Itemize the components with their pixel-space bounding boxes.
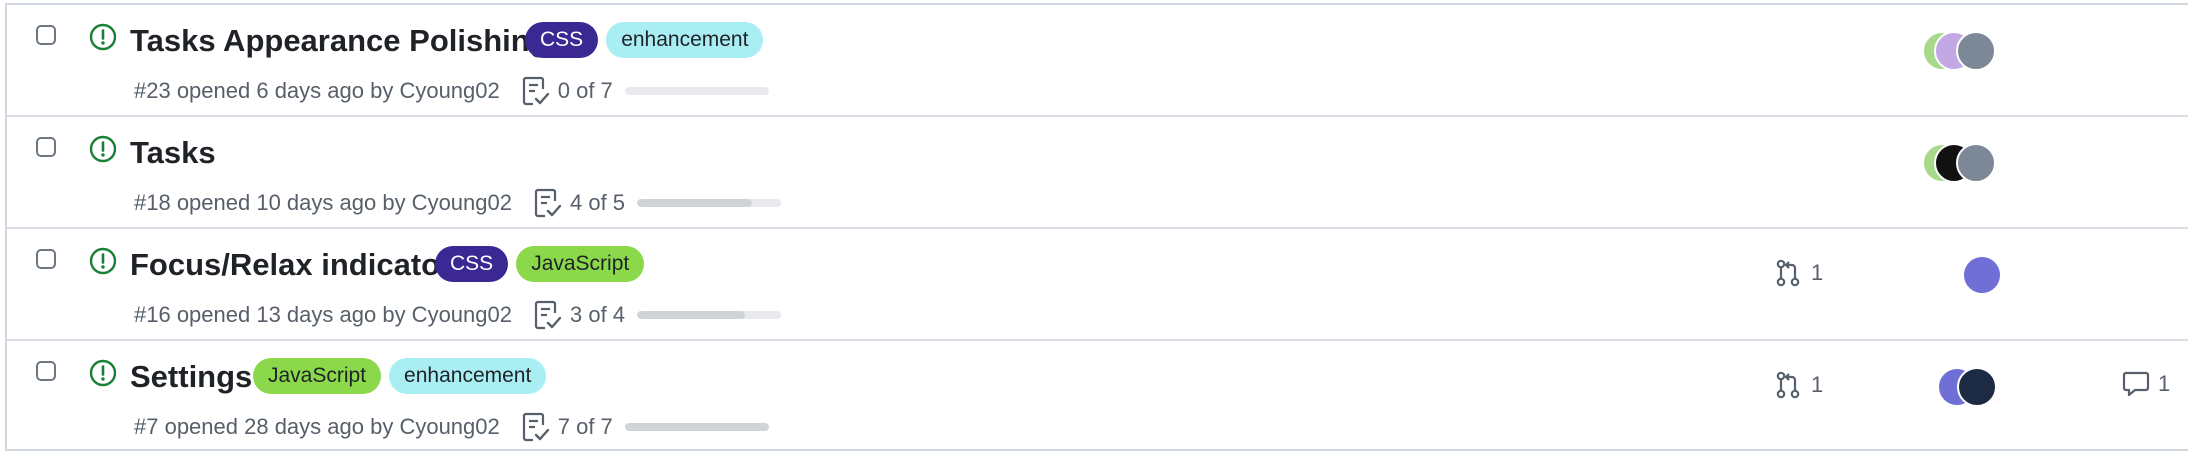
avatar[interactable] (1956, 143, 1996, 183)
avatar[interactable] (1962, 255, 2002, 295)
label-css[interactable]: CSS (525, 22, 599, 58)
issue-opened-icon (89, 247, 117, 275)
issue-checkbox[interactable] (36, 137, 56, 157)
issue-meta: #18 opened 10 days ago by Cyoung02 4 of … (134, 187, 782, 219)
issue-opened-icon (89, 23, 117, 51)
issue-checkbox[interactable] (36, 25, 56, 45)
issue-list: Tasks Appearance Polishing CSS enhanceme… (5, 3, 2188, 451)
issue-row: Tasks #18 opened 10 days ago by Cyoung02… (7, 117, 2188, 229)
linked-pull-requests[interactable]: 1 (1775, 259, 1823, 287)
issue-title[interactable]: Settings (130, 359, 252, 395)
label-javascript[interactable]: JavaScript (516, 246, 645, 282)
tasklist-icon (522, 412, 549, 442)
task-count[interactable]: 7 of 7 (558, 414, 613, 440)
label-enhancement[interactable]: enhancement (606, 22, 764, 58)
pr-count: 1 (1811, 372, 1824, 397)
comment-icon (2122, 371, 2150, 397)
label-enhancement[interactable]: enhancement (389, 358, 547, 394)
issue-meta: #7 opened 28 days ago by Cyoung02 7 of 7 (134, 411, 769, 443)
task-count[interactable]: 4 of 5 (570, 190, 625, 216)
issue-checkbox[interactable] (36, 249, 56, 269)
task-progress-bar (637, 199, 782, 207)
tasklist-icon (534, 300, 562, 330)
git-pull-request-icon (1776, 371, 1800, 399)
comment-count: 1 (2158, 371, 2171, 396)
task-progress-bar (624, 87, 769, 95)
issue-opened-info: #23 opened 6 days ago by Cyoung02 (134, 78, 500, 103)
task-count[interactable]: 3 of 4 (570, 302, 625, 328)
issue-row: Tasks Appearance Polishing CSS enhanceme… (7, 5, 2188, 117)
issue-checkbox[interactable] (36, 361, 56, 381)
comments[interactable]: 1 (2122, 371, 2170, 397)
issue-opened-icon (89, 135, 117, 163)
task-count[interactable]: 0 of 7 (558, 78, 613, 104)
pr-count: 1 (1811, 260, 1824, 285)
task-progress-fill (637, 311, 746, 319)
issue-meta: #23 opened 6 days ago by Cyoung02 0 of 7 (134, 75, 769, 107)
git-pull-request-icon (1776, 259, 1800, 287)
issue-title[interactable]: Focus/Relax indicator (130, 247, 452, 283)
task-progress-bar (637, 311, 782, 319)
tasklist-icon (522, 76, 549, 106)
label-css[interactable]: CSS (435, 246, 509, 282)
issue-opened-info: #16 opened 13 days ago by Cyoung02 (134, 302, 512, 327)
label-javascript[interactable]: JavaScript (253, 358, 382, 394)
linked-pull-requests[interactable]: 1 (1775, 371, 1823, 399)
task-progress-fill (624, 423, 769, 431)
issue-title[interactable]: Tasks Appearance Polishing (130, 23, 549, 59)
issue-opened-info: #18 opened 10 days ago by Cyoung02 (134, 190, 512, 215)
task-progress-fill (637, 199, 753, 207)
issue-labels: CSS JavaScript (435, 246, 645, 282)
issue-row: Focus/Relax indicator CSS JavaScript #16… (7, 229, 2188, 341)
issue-opened-icon (89, 359, 117, 387)
issue-row: Settings JavaScript enhancement #7 opene… (7, 341, 2188, 453)
issue-labels: CSS enhancement (525, 22, 764, 58)
task-progress-bar (624, 423, 769, 431)
tasklist-icon (534, 188, 562, 218)
avatar[interactable] (1956, 31, 1996, 71)
avatar[interactable] (1957, 367, 1997, 407)
issue-opened-info: #7 opened 28 days ago by Cyoung02 (134, 414, 500, 439)
issue-meta: #16 opened 13 days ago by Cyoung02 3 of … (134, 299, 782, 331)
issue-title[interactable]: Tasks (130, 135, 216, 171)
issue-labels: JavaScript enhancement (253, 358, 547, 394)
